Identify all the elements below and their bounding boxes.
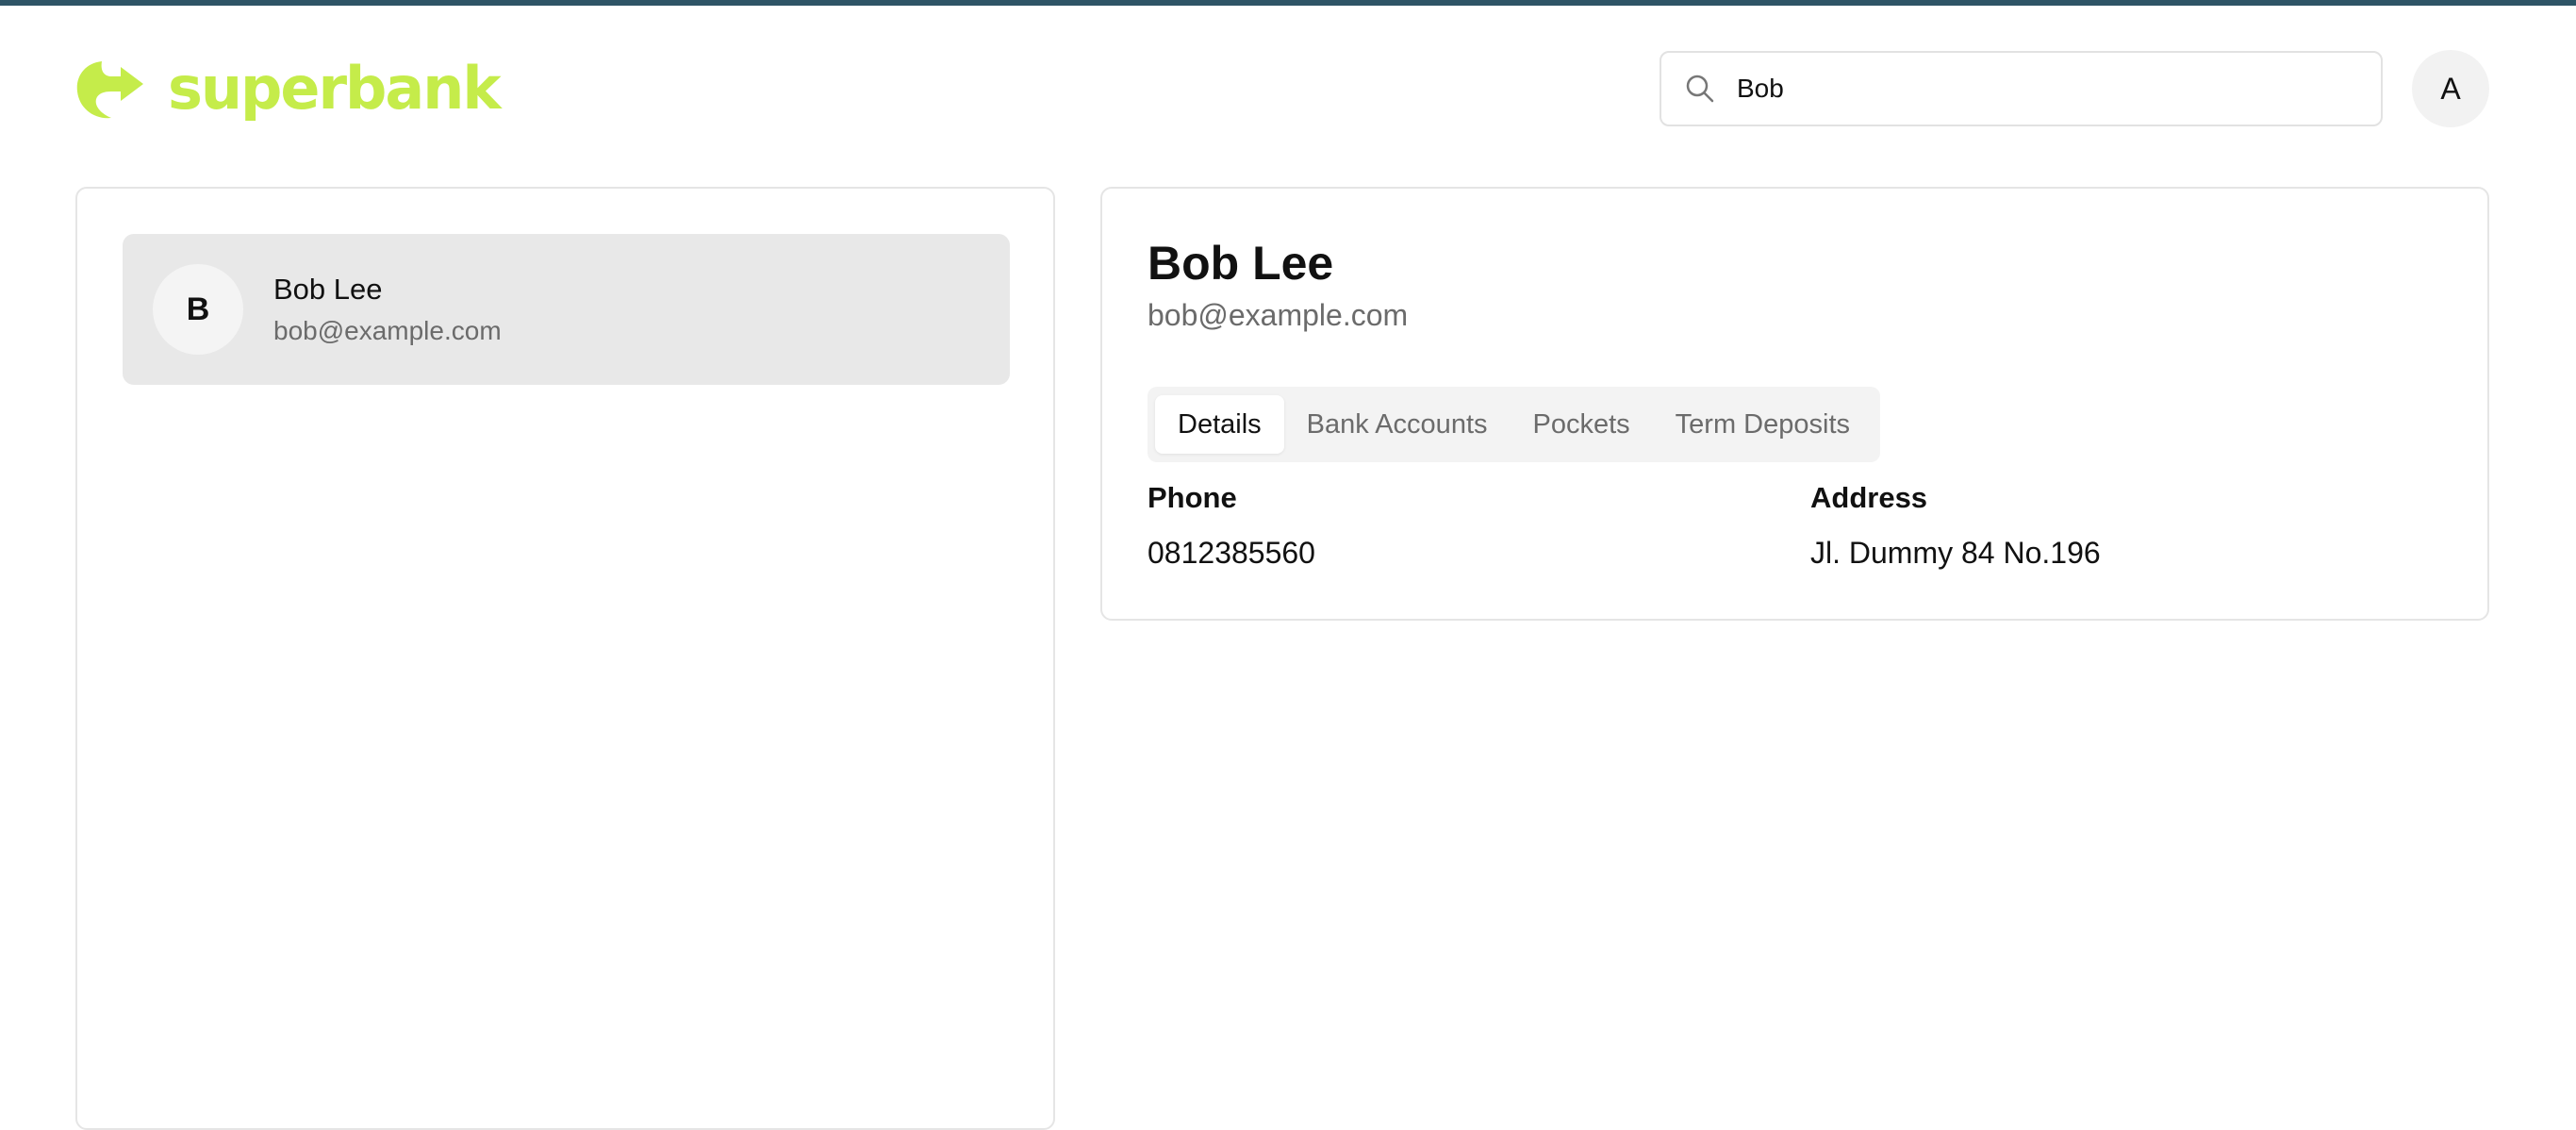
superbank-logo-icon [76, 61, 143, 119]
search-box[interactable] [1660, 51, 2383, 126]
tab-pockets[interactable]: Pockets [1511, 395, 1653, 454]
customer-name: Bob Lee [273, 273, 383, 306]
search-icon [1686, 75, 1714, 103]
customer-avatar: B [153, 264, 243, 355]
brand-logo[interactable]: superbank [74, 54, 502, 123]
address-field: Address Jl. Dummy 84 No.196 [1810, 481, 2101, 571]
address-label: Address [1810, 481, 1928, 514]
search-input[interactable] [1737, 74, 2340, 104]
phone-value: 0812385560 [1148, 536, 1315, 570]
phone-field: Phone 0812385560 [1148, 481, 1315, 571]
customer-list-panel: B Bob Lee bob@example.com [75, 187, 1055, 1130]
top-accent-strip [0, 0, 2576, 6]
tab-term-deposits[interactable]: Term Deposits [1653, 395, 1873, 454]
detail-tabs: Details Bank Accounts Pockets Term Depos… [1148, 387, 1880, 462]
brand-name: superbank [168, 54, 502, 123]
detail-customer-email: bob@example.com [1148, 298, 1409, 332]
address-value: Jl. Dummy 84 No.196 [1810, 536, 2101, 570]
tab-details[interactable]: Details [1155, 395, 1284, 454]
user-avatar[interactable]: A [2412, 50, 2489, 127]
customer-list-item[interactable]: B Bob Lee bob@example.com [123, 234, 1010, 385]
customer-detail-panel: Bob Lee bob@example.com Details Bank Acc… [1100, 187, 2489, 621]
customer-email: bob@example.com [273, 316, 502, 345]
phone-label: Phone [1148, 481, 1237, 514]
tab-bank-accounts[interactable]: Bank Accounts [1284, 395, 1511, 454]
detail-customer-name: Bob Lee [1148, 237, 1334, 290]
